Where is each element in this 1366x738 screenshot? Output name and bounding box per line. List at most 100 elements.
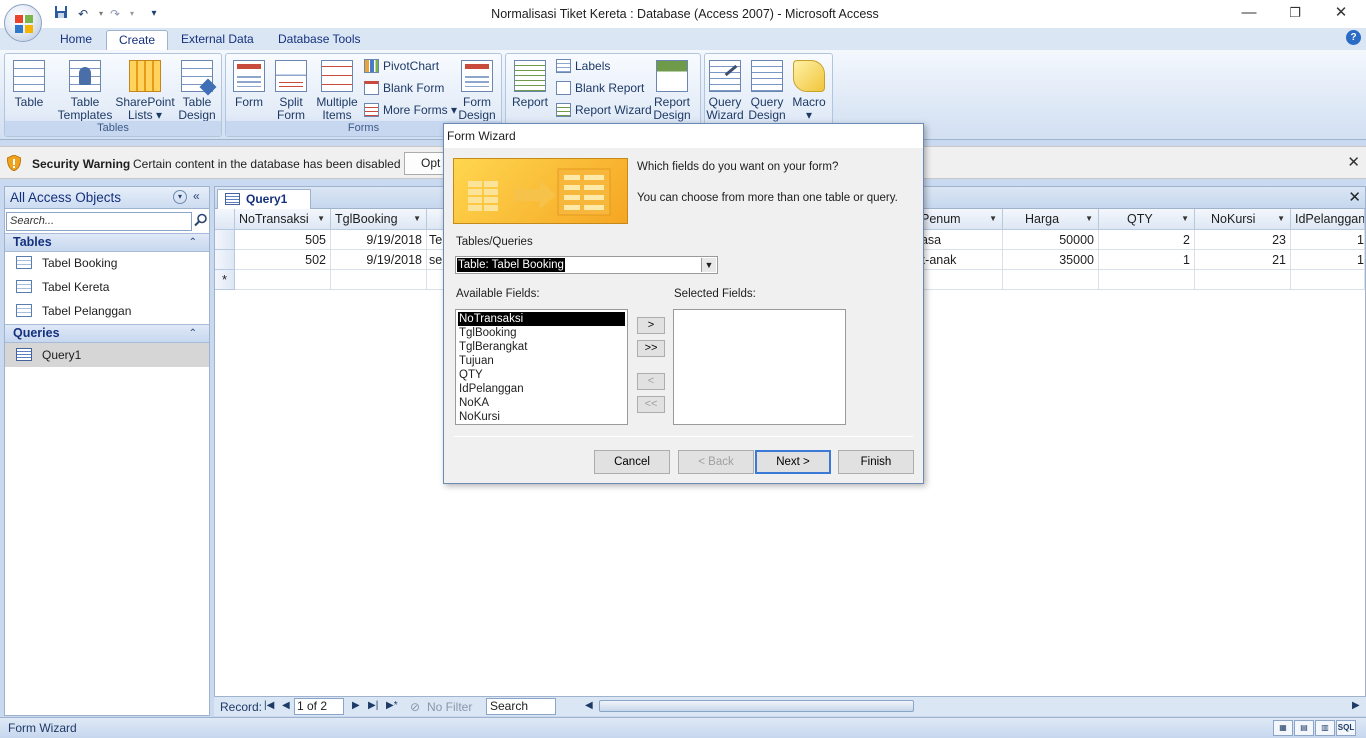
available-fields-list[interactable]: NoTransaksi TglBooking TglBerangkat Tuju… bbox=[455, 309, 628, 425]
search-icon[interactable] bbox=[194, 213, 208, 230]
blank-report-button[interactable]: Blank Report bbox=[556, 78, 644, 98]
list-item[interactable]: TglBerangkat bbox=[458, 340, 625, 354]
nav-header[interactable]: All Access Objects ▾ « bbox=[5, 187, 209, 209]
back-button[interactable]: < Back bbox=[678, 450, 754, 474]
select-all-corner[interactable] bbox=[215, 209, 235, 230]
new-record-icon[interactable]: ▶* bbox=[386, 700, 398, 711]
nav-item-query1[interactable]: Query1 bbox=[5, 343, 209, 367]
cell-qty[interactable]: 1 bbox=[1099, 250, 1195, 270]
add-field-button[interactable]: > bbox=[637, 317, 665, 334]
list-item[interactable]: Tujuan bbox=[458, 354, 625, 368]
chevron-down-icon[interactable]: ▼ bbox=[1181, 209, 1189, 229]
column-header-harga[interactable]: Harga ▼ bbox=[1003, 209, 1099, 230]
chevron-down-icon[interactable]: ▼ bbox=[989, 209, 997, 229]
report-wizard-button[interactable]: Report Wizard bbox=[556, 100, 652, 120]
no-filter-button[interactable]: No Filter bbox=[427, 700, 472, 714]
current-record-input[interactable]: 1 of 2 bbox=[294, 698, 344, 715]
last-record-icon[interactable]: ▶| bbox=[368, 700, 378, 711]
multiple-items-button[interactable]: Multiple Items bbox=[312, 60, 362, 122]
security-bar-close-icon[interactable]: ✕ bbox=[1347, 153, 1360, 171]
chevron-down-icon[interactable]: ▼ bbox=[1085, 209, 1093, 229]
customize-qat-icon[interactable]: ▾ bbox=[145, 5, 163, 23]
selected-fields-list[interactable] bbox=[673, 309, 846, 425]
pivotchart-view-icon[interactable]: ▥ bbox=[1315, 720, 1335, 736]
nav-item-tabel-booking[interactable]: Tabel Booking bbox=[5, 251, 209, 275]
horizontal-scrollbar[interactable] bbox=[599, 700, 914, 712]
cell-new-harga[interactable] bbox=[1003, 270, 1099, 290]
help-icon[interactable]: ? bbox=[1346, 30, 1361, 45]
cell-tglbooking[interactable]: 9/19/2018 bbox=[331, 250, 427, 270]
nav-menu-dropdown-icon[interactable]: ▾ bbox=[173, 190, 187, 204]
column-header-nokursi[interactable]: NoKursi ▼ bbox=[1195, 209, 1291, 230]
office-button[interactable] bbox=[4, 4, 42, 42]
nav-group-queries[interactable]: Queries ⌃ bbox=[5, 324, 209, 343]
column-header-qty[interactable]: QTY ▼ bbox=[1099, 209, 1195, 230]
macro-button[interactable]: Macro ▾ bbox=[785, 60, 833, 122]
cell-new-qty[interactable] bbox=[1099, 270, 1195, 290]
split-form-button[interactable]: Split Form bbox=[267, 60, 315, 122]
redo-dropdown-icon[interactable]: ▾ bbox=[123, 5, 141, 23]
first-record-icon[interactable]: |◀ bbox=[264, 700, 274, 711]
table-design-button[interactable]: Table Design bbox=[173, 60, 221, 122]
remove-field-button[interactable]: < bbox=[637, 373, 665, 390]
blank-form-button[interactable]: Blank Form bbox=[364, 78, 444, 98]
list-item[interactable]: TglBooking bbox=[458, 326, 625, 340]
next-record-icon[interactable]: ▶ bbox=[352, 700, 360, 711]
chevron-down-icon[interactable]: ▼ bbox=[413, 209, 421, 229]
labels-button[interactable]: Labels bbox=[556, 56, 610, 76]
table-button[interactable]: Table bbox=[5, 60, 53, 109]
query-wizard-button[interactable]: Query Wizard bbox=[701, 60, 749, 122]
tab-external-data[interactable]: External Data bbox=[169, 30, 266, 50]
list-item[interactable]: NoKA bbox=[458, 396, 625, 410]
cell-new-tglbooking[interactable] bbox=[331, 270, 427, 290]
row-selector[interactable] bbox=[215, 230, 235, 250]
document-close-icon[interactable]: ✕ bbox=[1348, 188, 1361, 206]
list-item[interactable]: NoTransaksi bbox=[458, 312, 625, 326]
undo-icon[interactable]: ↶ bbox=[74, 5, 92, 23]
cell-new-idpelanggan[interactable] bbox=[1291, 270, 1365, 290]
list-item[interactable]: QTY bbox=[458, 368, 625, 382]
sql-view-icon[interactable]: SQL bbox=[1336, 720, 1356, 736]
restore-button[interactable]: ❐ bbox=[1272, 0, 1318, 28]
column-header-notransaksi[interactable]: NoTransaksi ▼ bbox=[235, 209, 331, 230]
cell-new-nokursi[interactable] bbox=[1195, 270, 1291, 290]
form-design-button[interactable]: Form Design bbox=[453, 60, 501, 122]
column-header-idpelanggan[interactable]: IdPelanggan bbox=[1291, 209, 1365, 230]
form-button[interactable]: Form bbox=[225, 60, 273, 109]
remove-all-fields-button[interactable]: << bbox=[637, 396, 665, 413]
minimize-button[interactable]: — bbox=[1226, 0, 1272, 28]
document-tab-query1[interactable]: Query1 bbox=[217, 189, 311, 209]
nav-item-tabel-pelanggan[interactable]: Tabel Pelanggan bbox=[5, 299, 209, 323]
cell-harga[interactable]: 35000 bbox=[1003, 250, 1099, 270]
list-item[interactable]: IdPelanggan bbox=[458, 382, 625, 396]
tables-queries-select[interactable]: Table: Tabel Booking ▼ bbox=[455, 256, 718, 274]
add-all-fields-button[interactable]: >> bbox=[637, 340, 665, 357]
cell-qty[interactable]: 2 bbox=[1099, 230, 1195, 250]
nav-group-tables[interactable]: Tables ⌃ bbox=[5, 233, 209, 252]
cell-tglbooking[interactable]: 9/19/2018 bbox=[331, 230, 427, 250]
nav-item-tabel-kereta[interactable]: Tabel Kereta bbox=[5, 275, 209, 299]
report-button[interactable]: Report bbox=[506, 60, 554, 109]
scroll-right-icon[interactable]: ▶ bbox=[1352, 700, 1360, 711]
close-button[interactable]: ✕ bbox=[1318, 0, 1364, 28]
cancel-button[interactable]: Cancel bbox=[594, 450, 670, 474]
nav-search-input[interactable]: Search... bbox=[6, 212, 192, 231]
query-design-button[interactable]: Query Design bbox=[743, 60, 791, 122]
list-item[interactable]: NoKursi bbox=[458, 410, 625, 424]
sharepoint-lists-button[interactable]: SharePoint Lists ▾ bbox=[115, 60, 175, 122]
row-selector[interactable] bbox=[215, 250, 235, 270]
filter-icon[interactable]: ⊘ bbox=[410, 700, 420, 714]
cell-idpelanggan[interactable]: 1 bbox=[1291, 230, 1365, 250]
pivotchart-button[interactable]: PivotChart bbox=[364, 56, 439, 76]
finish-button[interactable]: Finish bbox=[838, 450, 914, 474]
report-design-button[interactable]: Report Design bbox=[648, 60, 696, 122]
next-button[interactable]: Next > bbox=[755, 450, 831, 474]
tab-database-tools[interactable]: Database Tools bbox=[266, 30, 373, 50]
cell-idpelanggan[interactable]: 1 bbox=[1291, 250, 1365, 270]
cell-harga[interactable]: 50000 bbox=[1003, 230, 1099, 250]
chevron-down-icon[interactable]: ▼ bbox=[1277, 209, 1285, 229]
cell-nokursi[interactable]: 21 bbox=[1195, 250, 1291, 270]
cell-notransaksi[interactable]: 502 bbox=[235, 250, 331, 270]
scroll-left-icon[interactable]: ◀ bbox=[585, 700, 593, 711]
cell-new-notransaksi[interactable] bbox=[235, 270, 331, 290]
